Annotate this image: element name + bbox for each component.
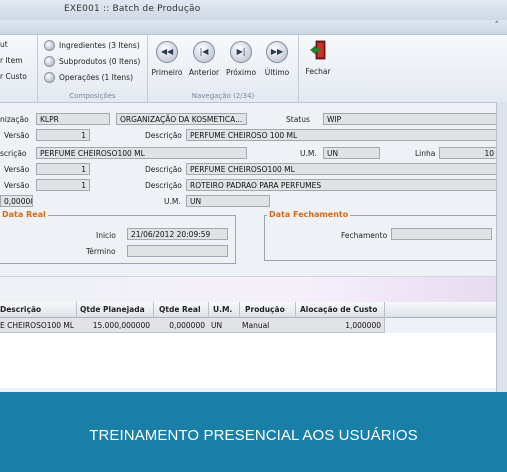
nav-proximo-label: Próximo bbox=[225, 68, 257, 77]
versao-field-3[interactable]: 1 bbox=[36, 179, 90, 191]
group-label-navegacao: Navegação (2/34) bbox=[191, 92, 255, 100]
previous-icon: |◀ bbox=[193, 41, 215, 63]
cell-producao: Manual bbox=[242, 321, 270, 330]
cell-alocacao-custo: 1,000000 bbox=[345, 321, 381, 330]
termino-label: Término bbox=[86, 247, 116, 256]
status-label: Status bbox=[286, 115, 310, 124]
training-banner: TREINAMENTO PRESENCIAL AOS USUÁRIOS bbox=[0, 392, 507, 472]
descricao-field-2: PERFUME CHEIROSO100 ML bbox=[36, 147, 247, 159]
descricao-label-3: Descrição bbox=[145, 165, 182, 174]
first-icon: ◀◀ bbox=[156, 41, 178, 63]
linha-field: 10 bbox=[439, 147, 498, 159]
ribbon: ut r Item r Custo Ingredientes (3 Itens)… bbox=[0, 35, 507, 103]
col-qtde-planejada[interactable]: Qtde Planejada bbox=[80, 305, 145, 314]
ingredientes-button[interactable]: Ingredientes (3 Itens) bbox=[44, 40, 140, 51]
ribbon-action-custo[interactable]: r Custo bbox=[0, 72, 27, 81]
fechamento-label: Fechamento bbox=[341, 231, 388, 240]
um-label-1: U.M. bbox=[300, 149, 317, 158]
title-bar: EXE001 :: Batch de Produção bbox=[0, 0, 507, 20]
quantidade-field[interactable]: 0,000000 bbox=[0, 195, 33, 207]
cell-qtde-real: 0,000000 bbox=[169, 321, 205, 330]
fechar-label: Fechar bbox=[305, 67, 331, 76]
termino-field[interactable] bbox=[127, 245, 228, 257]
um-label-2: U.M. bbox=[164, 197, 181, 206]
versao-label-1: Versão bbox=[4, 131, 30, 140]
descricao-label-4: Descrição bbox=[145, 181, 182, 190]
last-icon: ▶▶ bbox=[266, 41, 288, 63]
cell-qtde-planejada: 15.000,000000 bbox=[92, 321, 150, 330]
collapse-ribbon-icon[interactable]: ˄ bbox=[495, 21, 500, 31]
cell-um: UN bbox=[211, 321, 223, 330]
nav-ultimo-button[interactable]: ▶▶ Último bbox=[259, 41, 295, 77]
table-row[interactable]: E CHEIROSO100 ML 15.000,000000 0,000000 … bbox=[0, 318, 384, 333]
descricao-field-3: PERFUME CHEIROSO100 ML bbox=[186, 163, 498, 175]
nav-anterior-button[interactable]: |◀ Anterior bbox=[186, 41, 222, 77]
versao-label-2: Versão bbox=[4, 165, 30, 174]
ribbon-action-item[interactable]: r Item bbox=[0, 56, 23, 65]
versao-field-1[interactable]: 1 bbox=[36, 129, 90, 141]
col-producao[interactable]: Produção bbox=[245, 305, 285, 314]
status-field: WIP bbox=[323, 113, 498, 125]
ribbon-group-composicoes: Ingredientes (3 Itens) Subprodutos (0 It… bbox=[38, 35, 148, 102]
grid-separator bbox=[384, 302, 385, 333]
grid-header-bar bbox=[0, 276, 497, 303]
data-real-title: Data Real bbox=[0, 210, 48, 219]
ingredientes-label: Ingredientes (3 Itens) bbox=[59, 41, 140, 50]
inicio-field[interactable]: 21/06/2012 20:09:59 bbox=[127, 228, 228, 240]
nav-primeiro-button[interactable]: ◀◀ Primeiro bbox=[149, 41, 185, 77]
ingredientes-icon bbox=[44, 40, 55, 51]
organizacao-code-field[interactable]: KLPR bbox=[36, 113, 110, 125]
col-alocacao-custo[interactable]: Alocação de Custo bbox=[300, 305, 377, 314]
organizacao-label: nização bbox=[0, 115, 29, 124]
ribbon-tab-strip: ˄ bbox=[0, 20, 507, 35]
cell-descricao: E CHEIROSO100 ML bbox=[0, 321, 75, 330]
descricao-label-1: Descrição bbox=[145, 131, 182, 140]
col-qtde-real[interactable]: Qtde Real bbox=[159, 305, 201, 314]
nav-proximo-button[interactable]: ▶| Próximo bbox=[223, 41, 259, 77]
grid-empty-area bbox=[0, 333, 497, 388]
exit-door-icon bbox=[310, 40, 326, 60]
um-field-1: UN bbox=[323, 147, 380, 159]
group-label-composicoes: Composições bbox=[69, 92, 116, 100]
linha-label: Linha bbox=[415, 149, 436, 158]
um-field-2: UN bbox=[186, 195, 270, 207]
window-title: EXE001 :: Batch de Produção bbox=[64, 4, 201, 14]
col-descricao[interactable]: Descrição bbox=[0, 305, 41, 314]
ribbon-group-actions: ut r Item r Custo bbox=[0, 35, 38, 102]
next-icon: ▶| bbox=[230, 41, 252, 63]
data-fechamento-title: Data Fechamento bbox=[267, 210, 351, 219]
inicio-label: Inicio bbox=[96, 231, 116, 240]
descricao-field-1: PERFUME CHEIROSO 100 ML bbox=[186, 129, 498, 141]
ribbon-group-navegacao: ◀◀ Primeiro |◀ Anterior ▶| Próximo ▶▶ Úl… bbox=[148, 35, 299, 102]
banner-text: TREINAMENTO PRESENCIAL AOS USUÁRIOS bbox=[89, 427, 418, 444]
nav-anterior-label: Anterior bbox=[188, 68, 220, 77]
operacoes-label: Operações (1 Itens) bbox=[59, 73, 134, 82]
nav-primeiro-label: Primeiro bbox=[151, 68, 183, 77]
vertical-scrollbar[interactable] bbox=[496, 102, 507, 392]
application-window: EXE001 :: Batch de Produção ˄ ut r Item … bbox=[0, 0, 507, 392]
nav-ultimo-label: Último bbox=[264, 68, 290, 77]
operacoes-icon bbox=[44, 72, 55, 83]
subprodutos-icon bbox=[44, 56, 55, 67]
col-um[interactable]: U.M. bbox=[213, 305, 232, 314]
ribbon-action-1[interactable]: ut bbox=[0, 40, 8, 49]
versao-field-2[interactable]: 1 bbox=[36, 163, 90, 175]
descricao-label-2: scrição bbox=[0, 149, 27, 158]
descricao-field-4: ROTEIRO PADRAO PARA PERFUMES bbox=[186, 179, 498, 191]
versao-label-3: Versão bbox=[4, 181, 30, 190]
subprodutos-button[interactable]: Subprodutos (0 Itens) bbox=[44, 56, 140, 67]
fechamento-field[interactable] bbox=[391, 228, 492, 240]
operacoes-button[interactable]: Operações (1 Itens) bbox=[44, 72, 133, 83]
fechar-button[interactable]: Fechar bbox=[301, 40, 335, 76]
subprodutos-label: Subprodutos (0 Itens) bbox=[59, 57, 141, 66]
organizacao-name-field[interactable]: ORGANIZAÇÃO DA KOSMETICA... bbox=[116, 113, 247, 125]
grid-header: Descrição Qtde Planejada Qtde Real U.M. … bbox=[0, 302, 497, 318]
